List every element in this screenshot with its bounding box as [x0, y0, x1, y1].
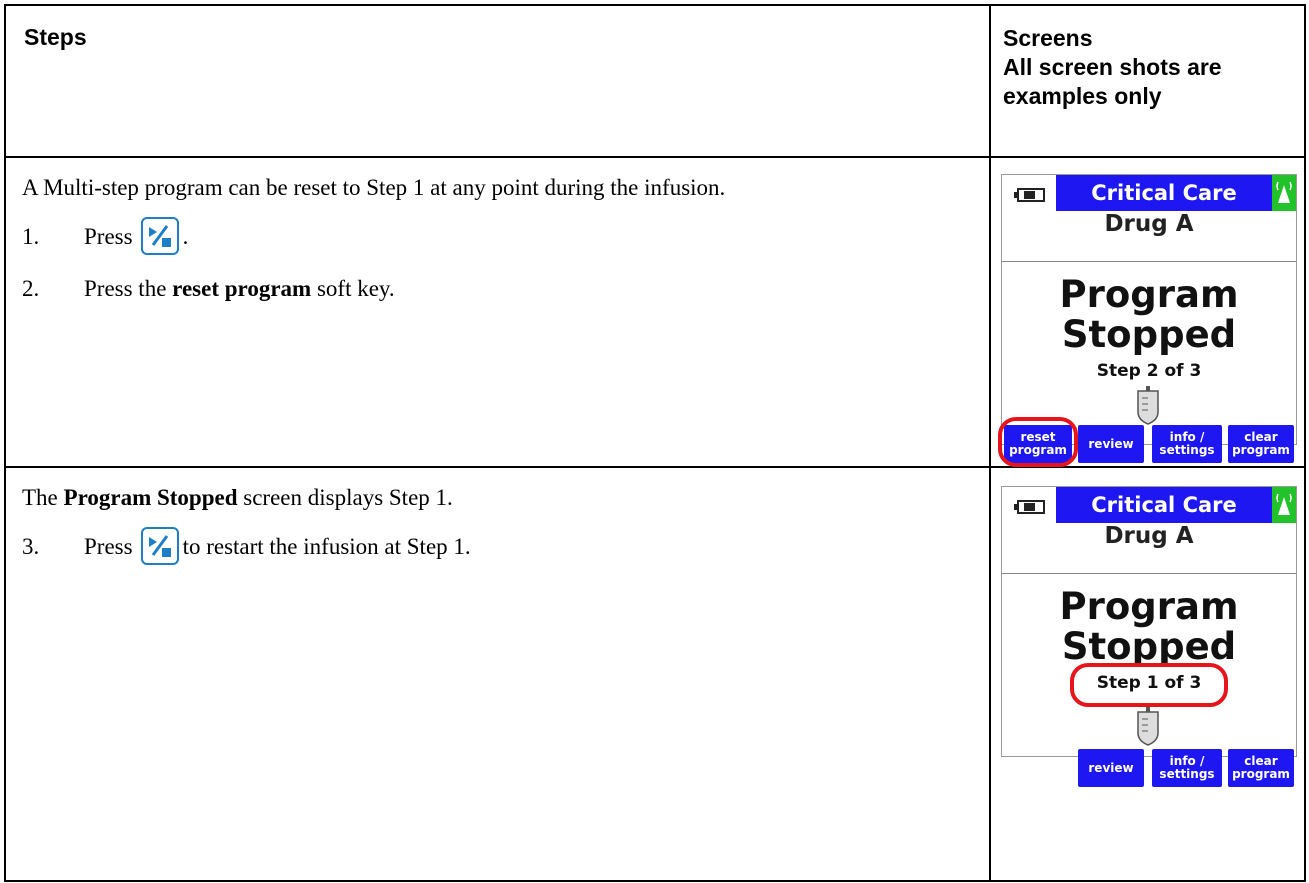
- battery-icon: [1014, 499, 1046, 519]
- screens-header-line2: All screen shots are: [1003, 54, 1222, 80]
- iv-bag-icon: [1133, 707, 1163, 751]
- step-2-number: 2.: [22, 275, 40, 301]
- device-screen-1: Critical Care Drug A Program Stopped Ste…: [998, 174, 1297, 467]
- screens-header-line3: examples only: [1003, 83, 1162, 109]
- softkey-info-settings[interactable]: info / settings: [1152, 749, 1222, 787]
- row2-steps-cell: The Program Stopped screen displays Step…: [4, 466, 991, 882]
- step-3-number: 3.: [22, 533, 40, 559]
- step-2-bold: reset program: [172, 275, 312, 301]
- device-status-line2: Stopped: [1061, 625, 1237, 668]
- steps-header-cell: Steps: [4, 4, 991, 158]
- step-3-post: to restart the infusion at Step 1.: [182, 533, 471, 559]
- highlight-oval: [1070, 663, 1228, 707]
- device-status-line1: Program: [1059, 273, 1239, 316]
- step-2: 2. Press the reset program soft key.: [22, 268, 971, 308]
- device-status-line1: Program: [1059, 585, 1239, 628]
- device-status: Program Stopped: [1002, 275, 1296, 355]
- highlight-oval: [998, 417, 1078, 467]
- step-3-pre: Press: [84, 533, 133, 559]
- wireless-icon: [1272, 487, 1296, 523]
- row1-screen-cell: Critical Care Drug A Program Stopped Ste…: [989, 156, 1306, 468]
- device-drug: Drug A: [1104, 211, 1194, 237]
- step-1: 1. Press .: [22, 216, 971, 256]
- row1-steps-cell: A Multi-step program can be reset to Ste…: [4, 156, 991, 468]
- run-stop-key-icon: [140, 217, 179, 255]
- softkey-bar: review info / settings clear program: [1002, 749, 1296, 789]
- device-step: Step 2 of 3: [1096, 361, 1202, 381]
- battery-icon: [1014, 187, 1046, 207]
- wireless-icon: [1272, 175, 1296, 211]
- device-status-line2: Stopped: [1061, 313, 1237, 356]
- steps-header: Steps: [24, 24, 87, 50]
- iv-bag-icon: [1133, 386, 1163, 430]
- device-title: Critical Care: [1056, 487, 1272, 523]
- row1-intro: A Multi-step program can be reset to Ste…: [22, 175, 726, 200]
- device-status: Program Stopped: [1002, 587, 1296, 667]
- softkey-clear-program[interactable]: clear program: [1228, 749, 1294, 787]
- step-3: 3. Press to restart the infusion at Step…: [22, 526, 971, 566]
- steps-table: Steps Screens All screen shots are examp…: [4, 4, 1306, 882]
- softkey-info-settings[interactable]: info / settings: [1152, 425, 1222, 463]
- screens-header: Screens All screen shots are examples on…: [991, 6, 1304, 111]
- softkey-review[interactable]: review: [1078, 749, 1144, 787]
- device-screen-2: Critical Care Drug A Program Stopped Ste…: [1001, 486, 1297, 787]
- step-1-after: .: [182, 223, 189, 249]
- row2-intro-bold: Program Stopped: [63, 485, 238, 510]
- row2-intro-post: screen displays Step 1.: [243, 485, 453, 510]
- device-drug: Drug A: [1104, 523, 1194, 549]
- device-divider: [1002, 261, 1296, 262]
- softkey-review[interactable]: review: [1078, 425, 1144, 463]
- device-divider: [1002, 573, 1296, 574]
- step-2-pre: Press the: [84, 275, 167, 301]
- device-title: Critical Care: [1056, 175, 1272, 211]
- row2-intro-pre: The: [22, 485, 58, 510]
- screens-header-cell: Screens All screen shots are examples on…: [989, 4, 1306, 158]
- softkey-clear-program[interactable]: clear program: [1228, 425, 1294, 463]
- step-1-text: Press: [84, 223, 133, 249]
- softkey-bar: reset program review info / settings cle…: [998, 417, 1296, 467]
- step-1-number: 1.: [22, 223, 40, 249]
- row2-intro: The Program Stopped screen displays Step…: [22, 481, 971, 514]
- step-2-post: soft key.: [316, 275, 395, 301]
- row2-screen-cell: Critical Care Drug A Program Stopped Ste…: [989, 466, 1306, 882]
- screens-header-line1: Screens: [1003, 25, 1093, 51]
- run-stop-key-icon: [140, 527, 179, 565]
